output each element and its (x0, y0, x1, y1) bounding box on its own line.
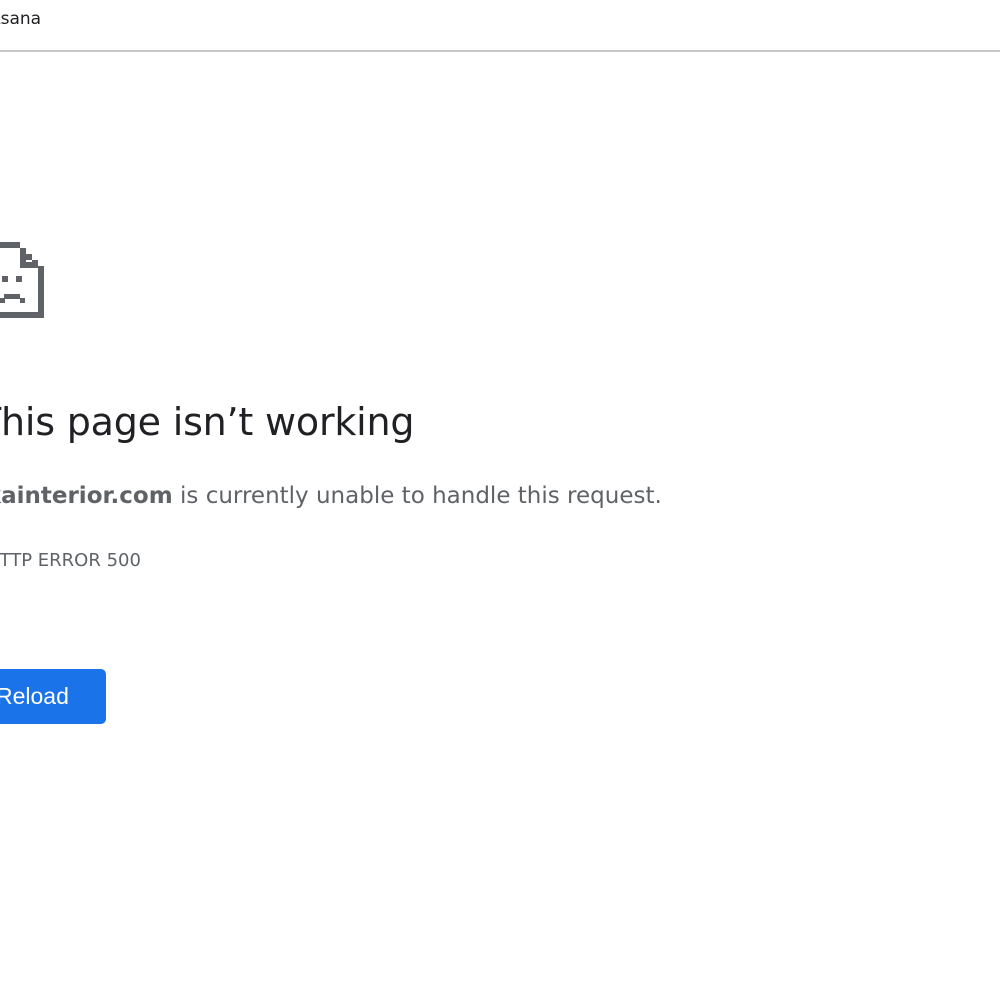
error-headline: This page isn’t working (0, 400, 415, 444)
bookmark-asana[interactable]: Asana (0, 9, 41, 29)
reload-button[interactable]: Reload (0, 669, 106, 724)
error-host: okainterior.com (0, 483, 173, 509)
error-message: is currently unable to handle this reque… (172, 483, 662, 509)
bookmarks-bar: Asana (0, 0, 1000, 52)
error-summary: okainterior.com is currently unable to h… (0, 483, 662, 509)
sad-page-icon (0, 242, 44, 318)
error-code: HTTP ERROR 500 (0, 550, 141, 571)
